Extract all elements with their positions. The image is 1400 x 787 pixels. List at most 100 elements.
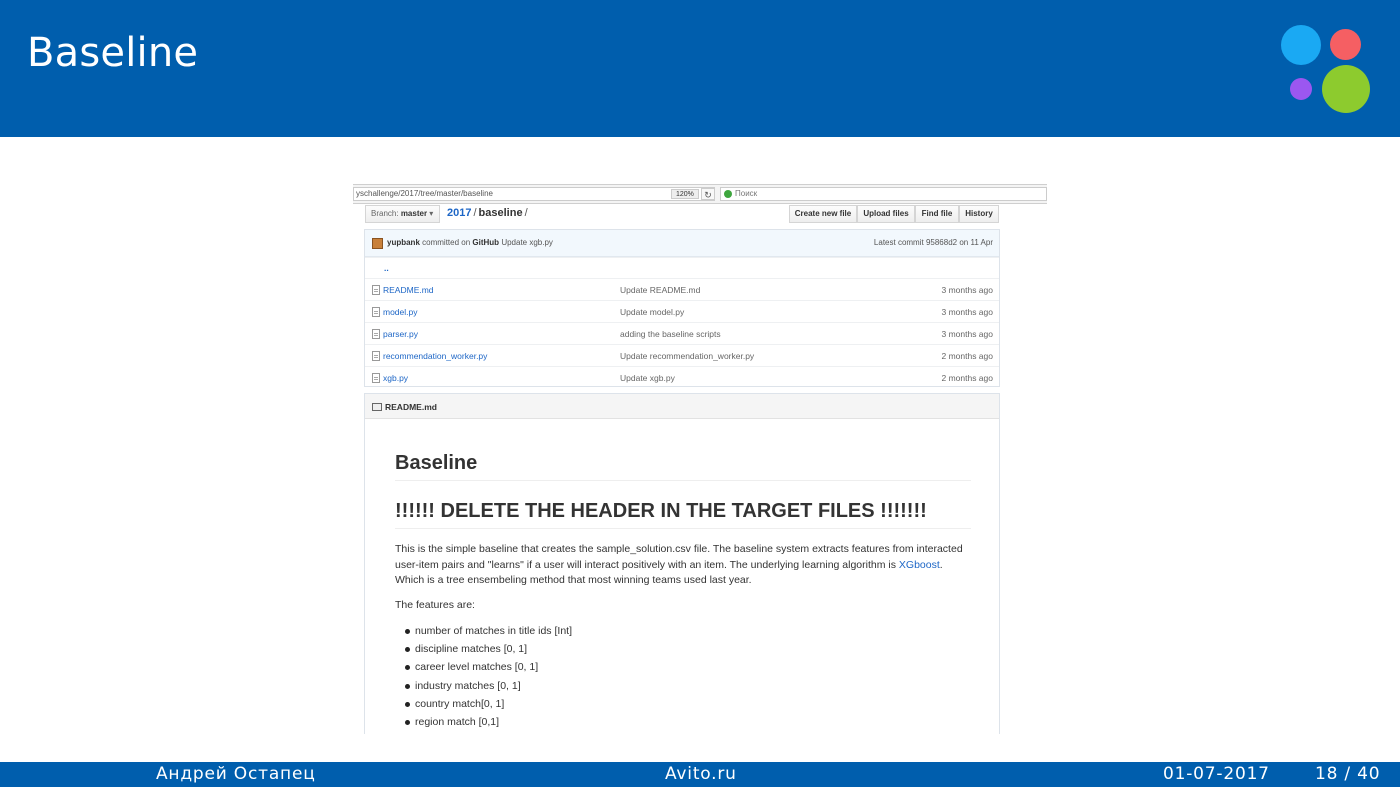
- breadcrumb-separator: /: [524, 207, 528, 219]
- table-row: README.md Update README.md 3 months ago: [365, 278, 999, 299]
- logo-dot-red: [1330, 29, 1361, 60]
- features-intro: The features are:: [395, 599, 475, 611]
- history-button[interactable]: History: [959, 205, 999, 223]
- upload-files-button[interactable]: Upload files: [857, 205, 915, 223]
- feature-text: career level matches [0, 1]: [415, 661, 539, 674]
- slide-header: Baseline: [0, 0, 1400, 137]
- commit-message-link[interactable]: Update xgb.py: [501, 238, 553, 247]
- latest-commit-label: Latest commit: [873, 238, 924, 247]
- heading-divider: [395, 480, 971, 481]
- readme-header: README.md: [365, 394, 999, 419]
- table-row: recommendation_worker.py Update recommen…: [365, 344, 999, 365]
- url-field[interactable]: yschallenge/2017/tree/master/baseline: [353, 187, 715, 201]
- file-age: 3 months ago: [941, 329, 993, 339]
- avatar[interactable]: [372, 238, 383, 249]
- latest-commit-info: Latest commit 95868d2 on 11 Apr: [874, 238, 993, 247]
- parent-dir-link[interactable]: ..: [384, 263, 389, 273]
- table-row: model.py Update model.py 3 months ago: [365, 300, 999, 321]
- footer-page-number: 18 / 40: [1315, 764, 1381, 784]
- latest-commit-bar: yupbank committed on GitHub Update xgb.p…: [365, 230, 999, 257]
- commit-date: on 11 Apr: [959, 238, 993, 247]
- file-age: 2 months ago: [941, 351, 993, 361]
- xgboost-link[interactable]: XGboost: [899, 559, 940, 571]
- table-row: parser.py adding the baseline scripts 3 …: [365, 322, 999, 343]
- logo-dot-blue: [1281, 25, 1321, 65]
- description-text: This is the simple baseline that creates…: [395, 543, 963, 571]
- search-engine-icon: [724, 190, 732, 198]
- branch-label: Branch:: [371, 209, 399, 218]
- readme-description: This is the simple baseline that creates…: [395, 542, 971, 589]
- commit-platform: GitHub: [472, 238, 500, 247]
- logo-dot-purple: [1290, 78, 1312, 100]
- commit-hash-link[interactable]: 95868d2: [926, 238, 957, 247]
- file-icon: [372, 373, 380, 383]
- footer-date: 01-07-2017: [1163, 764, 1270, 784]
- footer-author: Андрей Остапец: [156, 764, 316, 784]
- commit-author-link[interactable]: yupbank: [387, 238, 420, 247]
- bullet-icon: [405, 647, 410, 653]
- book-icon: [372, 403, 382, 411]
- table-row: xgb.py Update xgb.py 2 months ago: [365, 366, 999, 387]
- list-item: industry matches [0, 1]: [405, 679, 572, 697]
- file-icon: [372, 285, 380, 295]
- file-list: yupbank committed on GitHub Update xgb.p…: [364, 229, 1000, 387]
- feature-text: number of matches in title ids [Int]: [415, 625, 572, 637]
- features-list: number of matches in title ids [Int] dis…: [405, 624, 572, 733]
- bullet-icon: [405, 701, 410, 707]
- file-name-link[interactable]: README.md: [383, 285, 434, 295]
- browser-search-input[interactable]: Поиск: [720, 187, 1047, 201]
- file-icon: [372, 329, 380, 339]
- bullet-icon: [405, 719, 410, 725]
- file-commit-message[interactable]: Update recommendation_worker.py: [620, 351, 754, 361]
- bullet-icon: [405, 665, 410, 671]
- readme-warning-heading: !!!!!! DELETE THE HEADER IN THE TARGET F…: [395, 500, 927, 522]
- file-commit-message[interactable]: adding the baseline scripts: [620, 329, 721, 339]
- list-item: number of matches in title ids [Int]: [405, 624, 572, 642]
- feature-text: industry matches [0, 1]: [415, 679, 521, 692]
- readme-panel: README.md Baseline !!!!!! DELETE THE HEA…: [364, 393, 1000, 734]
- search-placeholder: Поиск: [735, 189, 758, 198]
- file-icon: [372, 351, 380, 361]
- logo-dot-green: [1322, 65, 1370, 113]
- file-name-link[interactable]: parser.py: [383, 329, 418, 339]
- commit-summary: yupbank committed on GitHub Update xgb.p…: [387, 238, 553, 247]
- file-icon: [372, 307, 380, 317]
- caret-down-icon: ▾: [429, 209, 434, 218]
- reload-icon[interactable]: ↻: [701, 188, 715, 200]
- breadcrumb-separator: /: [473, 207, 477, 219]
- branch-selector-button[interactable]: Branch: master ▾: [365, 205, 440, 223]
- file-name-link[interactable]: model.py: [383, 307, 418, 317]
- feature-text: country match[0, 1]: [415, 697, 505, 710]
- zoom-indicator[interactable]: 120%: [671, 189, 699, 199]
- file-commit-message[interactable]: Update README.md: [620, 285, 700, 295]
- github-screenshot: yschallenge/2017/tree/master/baseline 12…: [353, 184, 1047, 734]
- file-name-link[interactable]: recommendation_worker.py: [383, 351, 487, 361]
- parent-dir-row[interactable]: ..: [365, 257, 999, 278]
- list-item: discipline matches [0, 1]: [405, 642, 572, 660]
- footer-institute: Avito.ru: [665, 764, 737, 784]
- file-age: 3 months ago: [941, 307, 993, 317]
- commit-via: committed on: [422, 238, 471, 247]
- create-new-file-button[interactable]: Create new file: [789, 205, 857, 223]
- bullet-icon: [405, 629, 410, 634]
- file-commit-message[interactable]: Update model.py: [620, 307, 684, 317]
- feature-text: discipline matches [0, 1]: [415, 643, 528, 656]
- readme-filename: README.md: [385, 402, 437, 412]
- file-age: 2 months ago: [941, 373, 993, 383]
- slide: Baseline yschallenge/2017/tree/master/ba…: [0, 0, 1400, 787]
- file-commit-message[interactable]: Update xgb.py: [620, 373, 675, 383]
- slide-title: Baseline: [27, 30, 199, 76]
- list-item: country match[0, 1]: [405, 697, 572, 715]
- file-age: 3 months ago: [941, 285, 993, 295]
- list-item: region match [0,1]: [405, 715, 572, 733]
- slide-footer: Андрей Остапец Avito.ru 01-07-2017 18 / …: [0, 762, 1400, 787]
- branch-name: master: [400, 209, 428, 218]
- breadcrumb-current: baseline: [478, 207, 523, 219]
- heading-divider: [395, 528, 971, 529]
- feature-text: region match [0,1]: [415, 715, 500, 728]
- breadcrumb-parent-link[interactable]: 2017: [447, 207, 471, 219]
- find-file-button[interactable]: Find file: [915, 205, 959, 223]
- file-name-link[interactable]: xgb.py: [383, 373, 408, 383]
- breadcrumb: 2017/baseline /: [447, 207, 530, 219]
- readme-heading: Baseline: [395, 452, 478, 474]
